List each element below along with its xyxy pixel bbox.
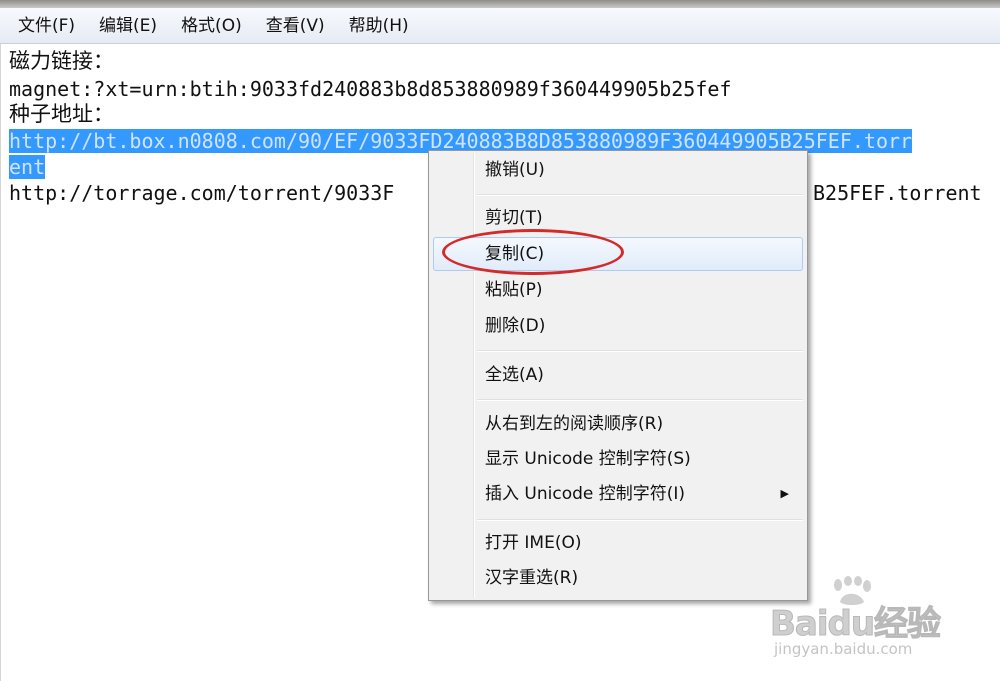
context-menu-item-cut[interactable]: 剪切(T) <box>433 201 803 235</box>
text-line-magnet-link: magnet:?xt=urn:btih:9033fd240883b8d85388… <box>9 77 732 101</box>
text-line-torrage-url: http://torrage.com/torrent/9033F <box>9 181 395 205</box>
context-menu-item-rtl-order[interactable]: 从右到左的阅读顺序(R) <box>433 407 803 441</box>
context-menu-separator <box>477 194 803 196</box>
context-menu-item-delete[interactable]: 删除(D) <box>433 309 803 343</box>
context-menu-item-undo[interactable]: 撤销(U) <box>433 153 803 187</box>
menu-view[interactable]: 查看(V) <box>254 11 337 41</box>
text-line-magnet-label: 磁力链接： <box>9 49 114 73</box>
context-menu-item-select-all[interactable]: 全选(A) <box>433 358 803 392</box>
context-menu-item-paste[interactable]: 粘贴(P) <box>433 273 803 307</box>
context-menu: 撤销(U) 剪切(T) 复制(C) 粘贴(P) 删除(D) 全选(A) 从右到左… <box>428 150 808 601</box>
context-menu-separator <box>477 399 803 401</box>
text-line-selected-url-cont: ent <box>9 155 46 180</box>
context-menu-item-show-unicode[interactable]: 显示 Unicode 控制字符(S) <box>433 442 803 476</box>
menu-edit[interactable]: 编辑(E) <box>87 11 169 41</box>
menu-file[interactable]: 文件(F) <box>6 11 87 41</box>
context-menu-item-reconvert[interactable]: 汉字重选(R) <box>433 561 803 595</box>
text-line-torrent-label: 种子地址： <box>9 102 114 126</box>
selected-text-cont: ent <box>9 155 46 179</box>
menu-format[interactable]: 格式(O) <box>169 11 254 41</box>
menu-help[interactable]: 帮助(H) <box>337 11 421 41</box>
context-menu-separator <box>477 350 803 352</box>
context-menu-item-insert-unicode-label: 插入 Unicode 控制字符(I) <box>485 484 686 504</box>
submenu-arrow-icon: ▶ <box>780 487 789 500</box>
context-menu-item-copy[interactable]: 复制(C) <box>433 237 803 271</box>
window-frame-top <box>0 0 1000 8</box>
context-menu-separator <box>477 519 803 521</box>
context-menu-item-insert-unicode[interactable]: 插入 Unicode 控制字符(I) ▶ <box>433 477 803 511</box>
context-menu-item-open-ime[interactable]: 打开 IME(O) <box>433 526 803 560</box>
text-line-torrage-url-end: B25FEF.torrent <box>813 181 982 205</box>
menu-bar: 文件(F) 编辑(E) 格式(O) 查看(V) 帮助(H) <box>0 8 1000 44</box>
